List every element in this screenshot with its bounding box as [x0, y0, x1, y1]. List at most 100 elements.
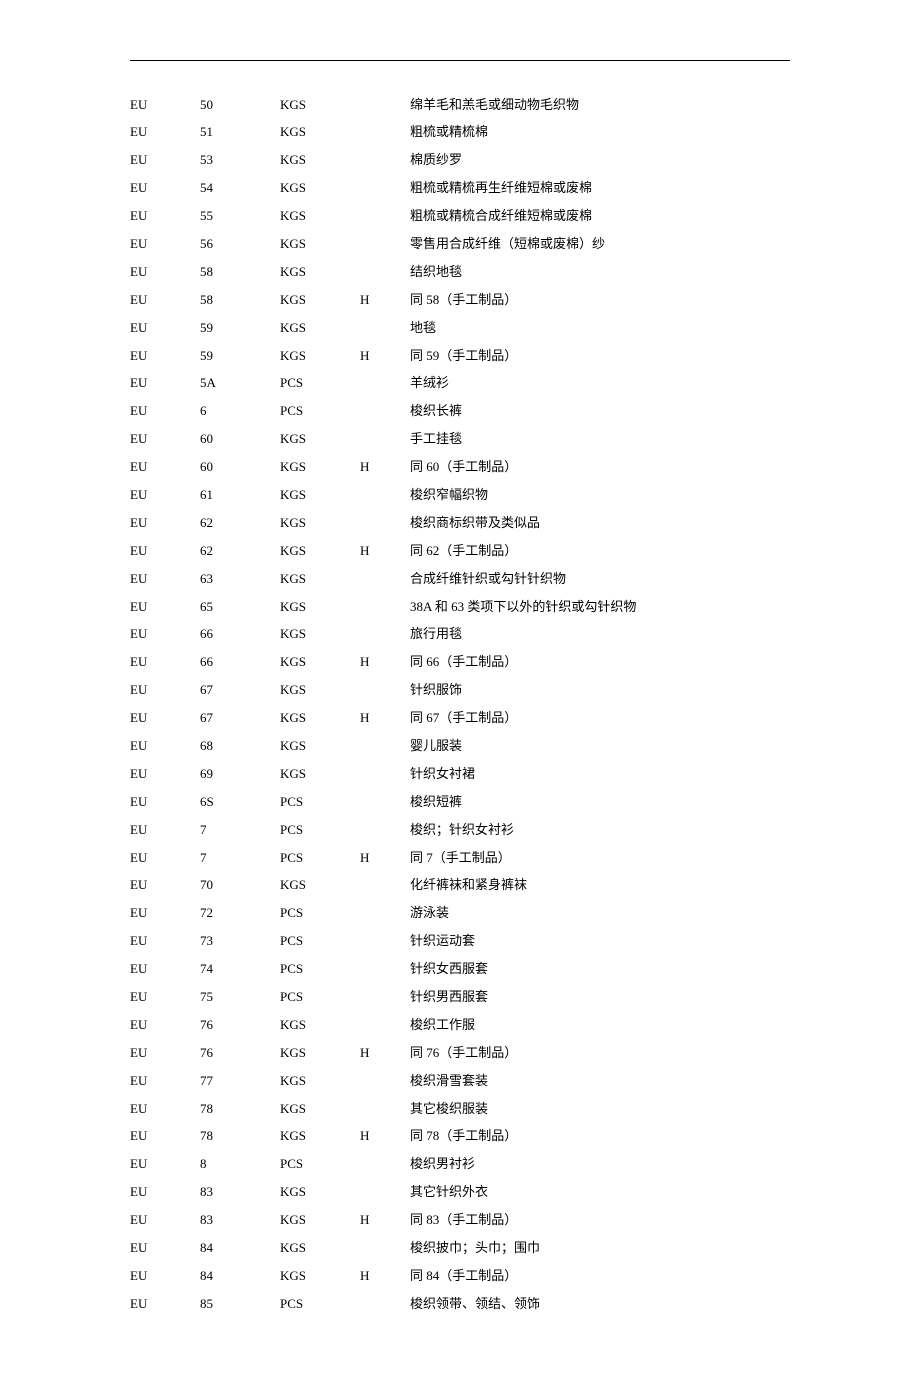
- cell-flag: [360, 984, 410, 1012]
- cell-unit: PCS: [280, 816, 360, 844]
- cell-desc: 粗梳或精梳再生纤维短棉或废棉: [410, 175, 790, 203]
- cell-region: EU: [130, 928, 200, 956]
- table-row: EU70KGS化纤裤袜和紧身裤袜: [130, 872, 790, 900]
- cell-desc: 其它针织外衣: [410, 1179, 790, 1207]
- cell-unit: KGS: [280, 426, 360, 454]
- cell-region: EU: [130, 816, 200, 844]
- cell-code: 67: [200, 705, 280, 733]
- cell-region: EU: [130, 509, 200, 537]
- cell-flag: [360, 1067, 410, 1095]
- cell-unit: KGS: [280, 342, 360, 370]
- cell-flag: [360, 1095, 410, 1123]
- cell-code: 85: [200, 1290, 280, 1318]
- cell-flag: [360, 370, 410, 398]
- table-row: EU65KGS38A 和 63 类项下以外的针织或勾针织物: [130, 593, 790, 621]
- cell-flag: H: [360, 537, 410, 565]
- table-row: EU67KGSH同 67（手工制品）: [130, 705, 790, 733]
- cell-code: 83: [200, 1179, 280, 1207]
- cell-desc: 同 78（手工制品）: [410, 1123, 790, 1151]
- cell-desc: 梭织；针织女衬衫: [410, 816, 790, 844]
- cell-unit: KGS: [280, 175, 360, 203]
- cell-code: 60: [200, 454, 280, 482]
- cell-code: 59: [200, 342, 280, 370]
- cell-region: EU: [130, 705, 200, 733]
- cell-desc: 同 76（手工制品）: [410, 1039, 790, 1067]
- table-row: EU75PCS针织男西服套: [130, 984, 790, 1012]
- cell-desc: 同 62（手工制品）: [410, 537, 790, 565]
- cell-desc: 同 58（手工制品）: [410, 286, 790, 314]
- table-row: EU78KGS其它梭织服装: [130, 1095, 790, 1123]
- cell-flag: [360, 760, 410, 788]
- cell-desc: 婴儿服装: [410, 732, 790, 760]
- cell-region: EU: [130, 370, 200, 398]
- cell-desc: 绵羊毛和羔毛或细动物毛织物: [410, 91, 790, 119]
- cell-flag: [360, 481, 410, 509]
- cell-region: EU: [130, 1095, 200, 1123]
- table-row: EU62KGSH同 62（手工制品）: [130, 537, 790, 565]
- table-row: EU58KGS结织地毯: [130, 258, 790, 286]
- cell-desc: 羊绒衫: [410, 370, 790, 398]
- cell-unit: PCS: [280, 398, 360, 426]
- cell-unit: KGS: [280, 872, 360, 900]
- cell-desc: 旅行用毯: [410, 621, 790, 649]
- cell-code: 70: [200, 872, 280, 900]
- cell-desc: 梭织窄幅织物: [410, 481, 790, 509]
- cell-desc: 手工挂毯: [410, 426, 790, 454]
- cell-flag: [360, 1011, 410, 1039]
- cell-region: EU: [130, 1179, 200, 1207]
- cell-code: 7: [200, 844, 280, 872]
- cell-region: EU: [130, 426, 200, 454]
- table-row: EU69KGS针织女衬裙: [130, 760, 790, 788]
- cell-flag: [360, 928, 410, 956]
- cell-desc: 零售用合成纤维（短棉或废棉）纱: [410, 230, 790, 258]
- cell-unit: KGS: [280, 1235, 360, 1263]
- cell-unit: KGS: [280, 314, 360, 342]
- cell-region: EU: [130, 760, 200, 788]
- cell-desc: 同 60（手工制品）: [410, 454, 790, 482]
- cell-desc: 棉质纱罗: [410, 147, 790, 175]
- cell-desc: 梭织短裤: [410, 788, 790, 816]
- cell-flag: H: [360, 1207, 410, 1235]
- cell-region: EU: [130, 175, 200, 203]
- cell-region: EU: [130, 677, 200, 705]
- cell-unit: KGS: [280, 286, 360, 314]
- cell-region: EU: [130, 147, 200, 175]
- cell-unit: KGS: [280, 1039, 360, 1067]
- cell-region: EU: [130, 1011, 200, 1039]
- cell-unit: PCS: [280, 370, 360, 398]
- cell-unit: KGS: [280, 593, 360, 621]
- cell-code: 66: [200, 621, 280, 649]
- cell-code: 62: [200, 509, 280, 537]
- cell-unit: KGS: [280, 230, 360, 258]
- cell-desc: 梭织工作服: [410, 1011, 790, 1039]
- cell-unit: KGS: [280, 705, 360, 733]
- cell-desc: 梭织长裤: [410, 398, 790, 426]
- cell-region: EU: [130, 984, 200, 1012]
- cell-code: 69: [200, 760, 280, 788]
- cell-region: EU: [130, 788, 200, 816]
- table-row: EU85PCS梭织领带、领结、领饰: [130, 1290, 790, 1318]
- cell-desc: 梭织滑雪套装: [410, 1067, 790, 1095]
- cell-desc: 粗梳或精梳合成纤维短棉或废棉: [410, 203, 790, 231]
- table-row: EU76KGSH同 76（手工制品）: [130, 1039, 790, 1067]
- cell-unit: PCS: [280, 928, 360, 956]
- cell-desc: 同 66（手工制品）: [410, 649, 790, 677]
- cell-desc: 针织女西服套: [410, 956, 790, 984]
- cell-desc: 针织服饰: [410, 677, 790, 705]
- cell-code: 76: [200, 1011, 280, 1039]
- cell-code: 6S: [200, 788, 280, 816]
- cell-flag: [360, 175, 410, 203]
- cell-code: 8: [200, 1151, 280, 1179]
- cell-unit: KGS: [280, 565, 360, 593]
- table-row: EU83KGSH同 83（手工制品）: [130, 1207, 790, 1235]
- cell-unit: KGS: [280, 677, 360, 705]
- cell-unit: KGS: [280, 1207, 360, 1235]
- cell-unit: PCS: [280, 1290, 360, 1318]
- cell-region: EU: [130, 314, 200, 342]
- cell-unit: KGS: [280, 1179, 360, 1207]
- cell-code: 72: [200, 900, 280, 928]
- table-row: EU77KGS梭织滑雪套装: [130, 1067, 790, 1095]
- cell-code: 50: [200, 91, 280, 119]
- table-row: EU66KGS旅行用毯: [130, 621, 790, 649]
- table-row: EU56KGS零售用合成纤维（短棉或废棉）纱: [130, 230, 790, 258]
